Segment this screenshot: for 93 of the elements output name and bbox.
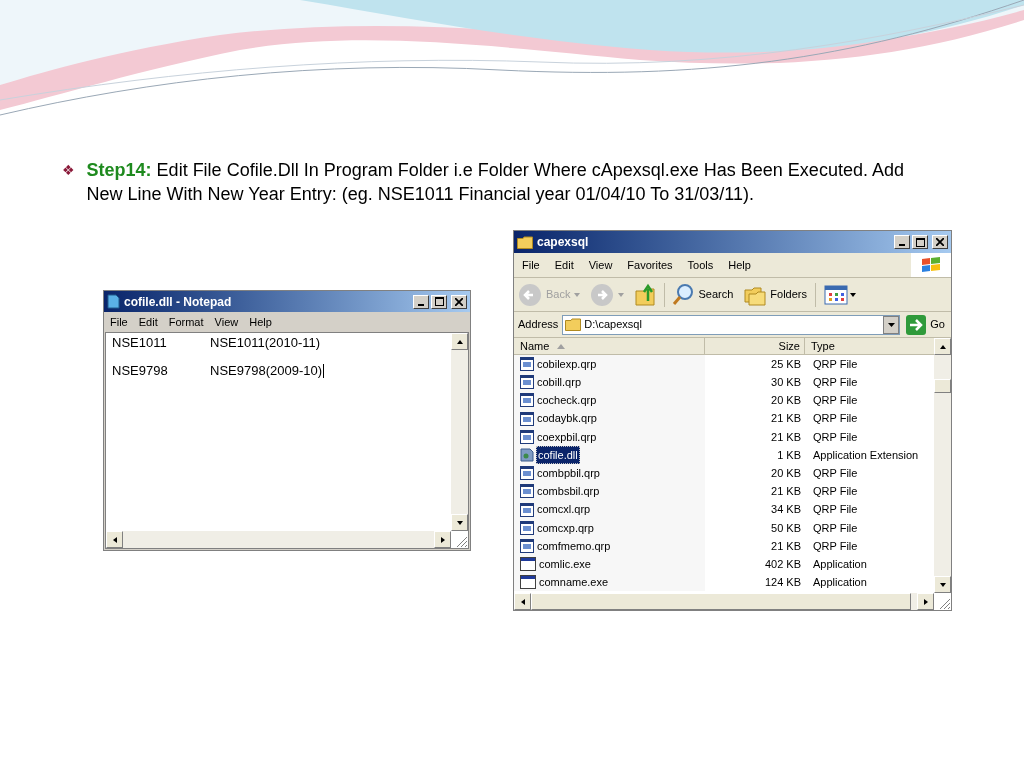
bullet-icon: ❖ — [62, 158, 75, 206]
views-button[interactable] — [824, 284, 856, 305]
column-header[interactable]: Size — [705, 338, 805, 354]
close-icon — [936, 238, 944, 246]
vertical-scrollbar[interactable] — [451, 333, 468, 531]
text-line: NSE9798(2009-10) — [210, 364, 323, 378]
scroll-left-button[interactable] — [514, 593, 531, 610]
notepad-icon — [107, 294, 120, 309]
vertical-scrollbar[interactable] — [934, 338, 951, 593]
scroll-up-button[interactable] — [451, 333, 468, 350]
search-button[interactable]: Search — [671, 282, 734, 307]
file-type: QRP File — [812, 484, 859, 500]
file-type: Application — [812, 575, 868, 591]
file-type: Application — [812, 556, 868, 572]
file-type: QRP File — [812, 393, 859, 409]
maximize-icon — [434, 297, 444, 306]
file-size: 21 KB — [770, 484, 802, 500]
scroll-thumb[interactable] — [934, 379, 951, 393]
maximize-button[interactable] — [431, 294, 447, 309]
file-size: 1 KB — [776, 447, 802, 463]
file-type: QRP File — [812, 375, 859, 391]
dropdown-caret-icon — [618, 292, 625, 297]
file-size: 21 KB — [770, 411, 802, 427]
minimize-button[interactable] — [413, 294, 429, 309]
scroll-down-button[interactable] — [451, 514, 468, 531]
address-label: Address — [518, 317, 559, 333]
horizontal-scrollbar[interactable] — [106, 531, 451, 548]
file-type: QRP File — [812, 356, 859, 372]
file-size: 20 KB — [770, 465, 802, 481]
menu-item[interactable]: Help — [249, 313, 272, 331]
folder-icon — [517, 235, 533, 249]
file-size: 21 KB — [770, 538, 802, 554]
menu-item[interactable]: Edit — [138, 313, 158, 331]
text-line: NSE9798 — [112, 364, 169, 378]
file-size: 25 KB — [770, 356, 802, 372]
scroll-right-button[interactable] — [917, 593, 934, 610]
text-area[interactable]: NSE1011 NSE1011(2010-11) NSE9798 NSE9798(2009-10) — [105, 332, 469, 549]
file-type: QRP File — [812, 411, 859, 427]
caret-icon — [887, 322, 895, 327]
dropdown-caret-icon — [574, 292, 581, 297]
file-size: 50 KB — [770, 520, 802, 536]
close-button[interactable] — [932, 235, 948, 249]
maximize-icon — [915, 237, 925, 247]
column-header[interactable]: Type — [805, 338, 934, 354]
file-size: 402 KB — [763, 556, 802, 572]
menu-item[interactable]: Favorites — [627, 256, 673, 274]
gear-file-icon — [520, 448, 534, 463]
menu-item[interactable]: File — [522, 256, 540, 274]
menu-item[interactable]: Format — [168, 313, 204, 331]
column-header[interactable]: Name — [514, 338, 705, 354]
text-line: NSE1011 — [112, 336, 168, 350]
file-size: 124 KB — [763, 575, 802, 591]
menu-item[interactable]: View — [588, 256, 613, 274]
windows-flag-icon — [921, 256, 941, 274]
views-grid-icon — [824, 284, 848, 305]
scroll-left-button[interactable] — [106, 531, 123, 548]
file-type: QRP File — [812, 465, 859, 481]
file-size: 21 KB — [770, 429, 802, 445]
close-button[interactable] — [451, 294, 467, 309]
column-label: Name — [520, 338, 550, 354]
text-line: NSE1011(2010-11) — [210, 336, 321, 350]
menu-item[interactable]: Help — [728, 256, 751, 274]
file-size: 34 KB — [770, 502, 802, 518]
scroll-up-button[interactable] — [934, 338, 951, 355]
menu-item[interactable]: Edit — [554, 256, 574, 274]
step-instruction: Step14: Edit File Cofile.Dll In Program Folder i.e Folder Where cApexsql.exe Has Been Executed. Add New Line With New Year Entry: (eg. NSE1011 Financial year 01/04/10 To 31/03/11). — [86, 159, 905, 206]
text-cursor — [323, 364, 325, 378]
file-type: QRP File — [812, 429, 859, 445]
file-type: Application Extension — [812, 447, 920, 463]
minimize-button[interactable] — [894, 235, 910, 249]
window-title: capexsql — [537, 234, 590, 251]
file-type: QRP File — [812, 520, 859, 536]
maximize-button[interactable] — [912, 235, 928, 249]
file-type: QRP File — [812, 538, 859, 554]
window-title: cofile.dll - Notepad — [124, 293, 233, 311]
minimize-icon — [899, 244, 905, 246]
scroll-down-button[interactable] — [934, 576, 951, 593]
file-size: 30 KB — [770, 375, 802, 391]
scroll-right-button[interactable] — [434, 531, 451, 548]
caret-icon — [850, 292, 856, 297]
sort-arrow-icon — [557, 343, 566, 349]
close-icon — [455, 297, 463, 306]
address-field[interactable]: D:\capexsql — [562, 314, 901, 335]
file-type: QRP File — [812, 502, 859, 518]
folders-button[interactable]: Folders — [743, 283, 807, 306]
menu-item[interactable]: Tools — [687, 256, 714, 274]
menu-item[interactable]: File — [110, 313, 128, 331]
minimize-icon — [418, 303, 424, 306]
go-button[interactable]: Go — [904, 314, 947, 335]
file-size: 20 KB — [770, 393, 802, 409]
folder-icon — [565, 318, 582, 331]
menu-item[interactable]: View — [214, 313, 239, 331]
search-icon — [671, 282, 696, 307]
